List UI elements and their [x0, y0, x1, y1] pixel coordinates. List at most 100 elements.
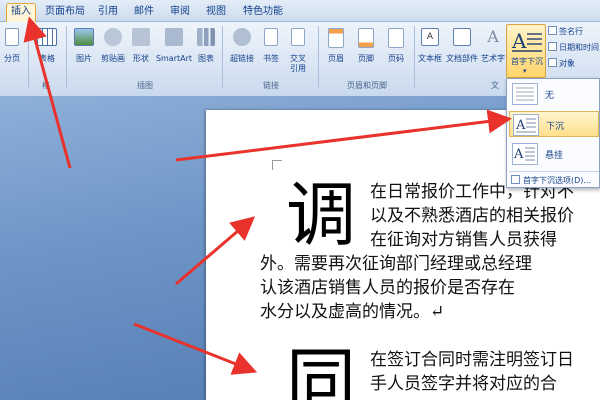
text-line: 认该酒店销售人员的报价是否存在 [260, 278, 515, 298]
crossref-label: 交叉引用 [290, 54, 306, 73]
text-line: 水分以及虚高的情况。↵ [260, 302, 445, 322]
footer-button[interactable]: 页脚 [352, 26, 380, 64]
shapes-icon [132, 28, 150, 46]
smartart-icon [165, 28, 183, 46]
no-dropcap-icon [512, 83, 538, 105]
dropcap-letter-2: 同 [286, 340, 356, 400]
dropcap-option-in-margin-label: 悬挂 [545, 151, 564, 161]
tab-view[interactable]: 视图 [202, 4, 230, 22]
page-number-button[interactable]: 页码 [382, 26, 410, 64]
date-time-label: 日期和时间 [559, 43, 599, 52]
date-time-button[interactable]: 日期和时间 [548, 42, 599, 53]
clipart-button[interactable]: 剪贴画 [98, 26, 128, 64]
crossref-icon [291, 28, 305, 46]
svg-text:A: A [513, 147, 524, 162]
hyperlink-icon [233, 28, 251, 46]
chart-icon [197, 28, 215, 46]
crossref-button[interactable]: 交叉引用 [284, 26, 312, 74]
shapes-label: 形状 [133, 54, 149, 63]
text-line: 在征询对方销售人员获得 [370, 230, 557, 250]
svg-text:A: A [515, 118, 526, 133]
dropcap-icon: A [511, 29, 542, 53]
hyperlink-button[interactable]: 超链接 [226, 26, 258, 64]
header-icon [328, 28, 344, 48]
signature-icon [548, 26, 557, 35]
illustrations-group-label: 插图 [137, 81, 153, 90]
chevron-down-icon: ▾ [523, 67, 527, 75]
wordart-icon: A [487, 27, 499, 46]
tab-page-layout[interactable]: 页面布局 [44, 4, 86, 22]
textbox-icon: A [421, 28, 439, 46]
page-number-icon [388, 28, 404, 48]
smartart-button[interactable]: SmartArt [154, 26, 194, 64]
header-button[interactable]: 页眉 [322, 26, 350, 64]
group-separator [66, 26, 67, 88]
picture-icon [74, 28, 94, 46]
svg-text:A: A [511, 29, 527, 53]
signature-line-button[interactable]: 签名行 [548, 26, 583, 37]
text-line: 外。需要再次征询部门经理或总经理 [260, 254, 532, 274]
table-button[interactable]: 表格 [32, 26, 62, 64]
dropcap-menu: 无 A 下沉 A 悬挂 首字下沉选项(D)... [506, 78, 600, 188]
object-icon [548, 58, 557, 67]
tables-group-label: 格 [42, 81, 50, 90]
object-button[interactable]: 对象 [548, 58, 575, 69]
header-label: 页眉 [328, 54, 344, 63]
dropcap-option-dropped[interactable]: A 下沉 [509, 111, 599, 137]
dropcap-option-none[interactable]: 无 [509, 81, 599, 107]
dropcap-button[interactable]: A 首字下沉 ▾ [506, 24, 546, 78]
quick-parts-label: 文档部件 [446, 54, 478, 63]
hyperlink-label: 超链接 [230, 54, 254, 63]
text-line: 以及不熟悉酒店的相关报价 [370, 206, 574, 226]
bookmark-label: 书签 [263, 54, 279, 63]
header-footer-group-label: 页眉和页脚 [347, 81, 387, 90]
page-number-label: 页码 [388, 54, 404, 63]
picture-button[interactable]: 图片 [70, 26, 98, 64]
tab-insert[interactable]: 插入 [6, 3, 36, 23]
tab-special-features[interactable]: 特色功能 [238, 4, 288, 22]
page-break-button[interactable]: 分页 [0, 26, 24, 64]
tab-review[interactable]: 审阅 [166, 4, 194, 22]
chart-button[interactable]: 图表 [194, 26, 218, 64]
picture-label: 图片 [76, 54, 92, 63]
dropcap-option-none-label: 无 [545, 91, 555, 101]
tab-references[interactable]: 引用 [94, 4, 122, 22]
calendar-icon [548, 42, 557, 51]
text-line: 在签订合同时需注明签订日 [370, 350, 574, 370]
links-group-label: 链接 [263, 81, 279, 90]
text-line: 手人员签字并将对应的合 [370, 374, 557, 394]
footer-label: 页脚 [358, 54, 374, 63]
clipart-label: 剪贴画 [101, 54, 125, 63]
signature-label: 签名行 [559, 27, 583, 36]
quick-parts-icon [453, 28, 471, 46]
clipart-icon [104, 28, 122, 46]
dropcap-letter-1: 调 [286, 174, 356, 256]
dropcap-option-dropped-label: 下沉 [546, 122, 565, 132]
dropcap-label: 首字下沉 [511, 57, 543, 66]
dropcap-option-in-margin[interactable]: A 悬挂 [509, 141, 599, 167]
dropcap-options-label: 首字下沉选项(D)... [523, 176, 592, 185]
wordart-button[interactable]: A 艺术字 [480, 26, 506, 64]
bookmark-button[interactable]: 书签 [258, 26, 284, 64]
textbox-label: 文本框 [418, 54, 442, 63]
page-break-icon [5, 28, 19, 46]
dropcap-options-item[interactable]: 首字下沉选项(D)... [509, 171, 599, 187]
chart-label: 图表 [198, 54, 214, 63]
dropcap-options-icon [511, 175, 520, 184]
group-separator [222, 26, 223, 88]
quick-parts-button[interactable]: 文档部件 [444, 26, 480, 64]
group-separator [318, 26, 319, 88]
wordart-label: 艺术字 [481, 54, 505, 63]
smartart-label: SmartArt [155, 54, 193, 63]
group-separator [414, 26, 415, 88]
shapes-button[interactable]: 形状 [128, 26, 154, 64]
dropped-cap-icon: A [513, 114, 539, 136]
bookmark-icon [264, 28, 278, 46]
group-separator [28, 26, 29, 88]
footer-icon [358, 28, 374, 48]
object-label: 对象 [559, 59, 575, 68]
tab-mailings[interactable]: 邮件 [130, 4, 158, 22]
margin-corner-mark [272, 160, 282, 170]
textbox-button[interactable]: A 文本框 [416, 26, 444, 64]
page-break-label: 分页 [4, 54, 20, 63]
